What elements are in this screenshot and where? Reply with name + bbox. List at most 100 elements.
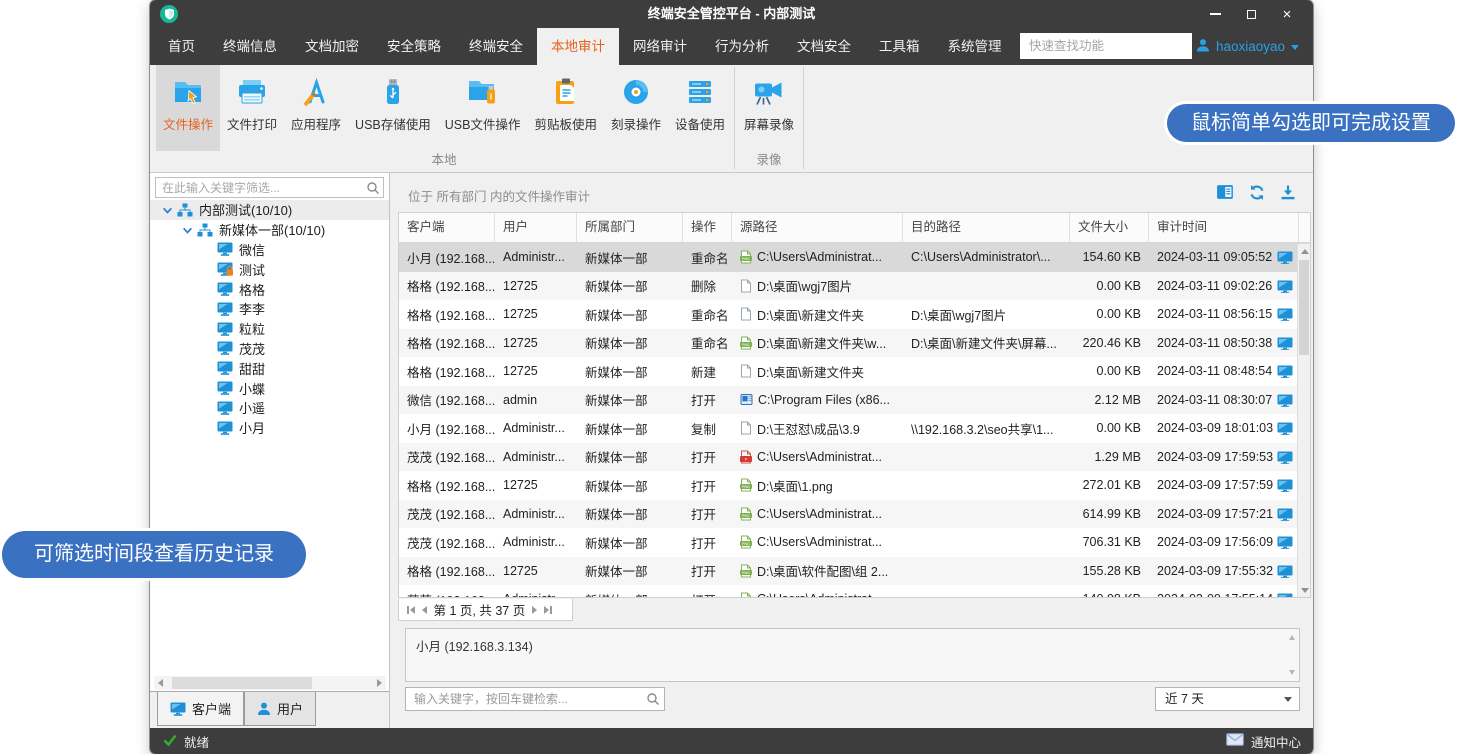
column-header-所属部门[interactable]: 所属部门 xyxy=(577,213,683,242)
table-row[interactable]: 格格 (192.168....12725新媒体一部打开PNGD:\桌面\软件配图… xyxy=(399,557,1310,586)
tool-USB存储使用[interactable]: USB存储使用 xyxy=(348,65,438,151)
scroll-up-icon[interactable] xyxy=(1301,249,1309,254)
sidebar-tab-用户[interactable]: 用户 xyxy=(244,692,316,726)
column-header-源路径[interactable]: 源路径 xyxy=(732,213,903,242)
table-row[interactable]: 茂茂 (192.168....Administr...新媒体一部打开PNGC:\… xyxy=(399,528,1310,557)
scroll-up-icon[interactable] xyxy=(1289,635,1295,640)
tree-item-茂茂[interactable]: 茂茂 xyxy=(150,339,389,359)
keyword-search-input[interactable] xyxy=(406,688,642,710)
scrollbar-thumb[interactable] xyxy=(1299,260,1309,355)
sidebar-hscrollbar[interactable] xyxy=(154,676,386,690)
monitor-icon[interactable] xyxy=(1277,422,1293,435)
tree-item-小月[interactable]: 小月 xyxy=(150,418,389,438)
tree-item-新媒体一部(10/10)[interactable]: 新媒体一部(10/10) xyxy=(150,220,389,240)
scroll-down-icon[interactable] xyxy=(1301,588,1309,593)
last-page-button[interactable] xyxy=(544,606,552,614)
tree-item-小蝶[interactable]: 小蝶 xyxy=(150,378,389,398)
tool-文件操作[interactable]: 文件操作 xyxy=(156,65,220,151)
notification-center[interactable]: 通知中心 xyxy=(1226,728,1301,754)
scrollbar-thumb[interactable] xyxy=(172,677,312,689)
menu-tab-行为分析[interactable]: 行为分析 xyxy=(701,28,783,65)
monitor-icon[interactable] xyxy=(1277,251,1293,264)
next-page-button[interactable] xyxy=(532,606,537,614)
table-row[interactable]: 格格 (192.168....12725新媒体一部删除D:\桌面\wgj7图片0… xyxy=(399,272,1310,301)
tool-刻录操作[interactable]: 刻录操作 xyxy=(604,65,668,151)
scroll-down-icon[interactable] xyxy=(1289,670,1295,675)
tree-item-微信[interactable]: 微信 xyxy=(150,240,389,260)
first-page-button[interactable] xyxy=(407,606,415,614)
monitor-icon[interactable] xyxy=(1277,593,1293,598)
column-header-审计时间[interactable]: 审计时间 xyxy=(1149,213,1299,242)
prev-page-button[interactable] xyxy=(422,606,427,614)
minimize-button[interactable] xyxy=(1197,0,1233,28)
maximize-button[interactable] xyxy=(1233,0,1269,28)
monitor-icon[interactable] xyxy=(1277,508,1293,521)
table-row[interactable]: 茂茂 (192.168....Administr...新媒体一部打开PNGC:\… xyxy=(399,500,1310,529)
table-row[interactable]: 茂茂 (192.168....Administr...新媒体一部打开PC:\Us… xyxy=(399,443,1310,472)
table-row[interactable]: 格格 (192.168....12725新媒体一部重命名D:\桌面\新建文件夹D… xyxy=(399,300,1310,329)
tree-item-测试[interactable]: 测试 xyxy=(150,259,389,279)
menu-tab-安全策略[interactable]: 安全策略 xyxy=(373,28,455,65)
menu-tab-工具箱[interactable]: 工具箱 xyxy=(865,28,934,65)
user-menu[interactable]: haoxiaoyao xyxy=(1196,28,1299,65)
column-header-用户[interactable]: 用户 xyxy=(495,213,577,242)
monitor-icon[interactable] xyxy=(1277,565,1293,578)
table-vscrollbar[interactable] xyxy=(1297,244,1310,598)
chevron-expanded-icon[interactable] xyxy=(162,204,174,216)
sidebar-tab-客户端[interactable]: 客户端 xyxy=(157,692,244,726)
tool-文件打印[interactable]: 文件打印 xyxy=(220,65,284,151)
cell: 新媒体一部 xyxy=(577,333,683,352)
menu-tab-文档加密[interactable]: 文档加密 xyxy=(291,28,373,65)
menu-tab-系统管理[interactable]: 系统管理 xyxy=(934,28,1016,65)
time-range-dropdown[interactable]: 近 7 天 xyxy=(1155,687,1300,711)
table-row[interactable]: 小月 (192.168....Administr...新媒体一部复制D:\王怼怼… xyxy=(399,414,1310,443)
monitor-icon[interactable] xyxy=(1277,308,1293,321)
monitor-icon[interactable] xyxy=(1277,365,1293,378)
monitor-icon[interactable] xyxy=(1277,536,1293,549)
tree-item-李李[interactable]: 李李 xyxy=(150,299,389,319)
column-header-文件大小[interactable]: 文件大小 xyxy=(1070,213,1149,242)
tool-屏幕录像[interactable]: 屏幕录像 xyxy=(737,65,801,151)
cell-audit-time: 2024-03-09 17:57:59 xyxy=(1149,478,1299,492)
scroll-right-icon[interactable] xyxy=(377,679,382,687)
tree-item-粒粒[interactable]: 粒粒 xyxy=(150,319,389,339)
monitor-icon[interactable] xyxy=(1277,451,1293,464)
scroll-left-icon[interactable] xyxy=(158,679,163,687)
quick-search-input[interactable] xyxy=(1020,33,1192,59)
table-row[interactable]: 微信 (192.168....admin新媒体一部打开C:\Program Fi… xyxy=(399,386,1310,415)
monitor-icon[interactable] xyxy=(1277,280,1293,293)
table-row[interactable]: 格格 (192.168....12725新媒体一部打开PNGD:\桌面\1.pn… xyxy=(399,471,1310,500)
close-button[interactable]: × xyxy=(1269,0,1305,28)
menu-tab-文档安全[interactable]: 文档安全 xyxy=(783,28,865,65)
tool-应用程序[interactable]: 应用程序 xyxy=(284,65,348,151)
tree-item-内部测试(10/10)[interactable]: 内部测试(10/10) xyxy=(150,200,389,220)
menu-tab-首页[interactable]: 首页 xyxy=(154,28,209,65)
tree-item-格格[interactable]: 格格 xyxy=(150,279,389,299)
chevron-expanded-icon[interactable] xyxy=(182,224,194,236)
tool-剪贴板使用[interactable]: 剪贴板使用 xyxy=(527,65,604,151)
monitor-icon[interactable] xyxy=(1277,394,1293,407)
tree-item-小遥[interactable]: 小遥 xyxy=(150,398,389,418)
refresh-icon[interactable] xyxy=(1248,184,1266,206)
table-row[interactable]: 格格 (192.168....12725新媒体一部新建D:\桌面\新建文件夹0.… xyxy=(399,357,1310,386)
cell: 打开 xyxy=(683,447,732,466)
monitor-icon[interactable] xyxy=(1277,337,1293,350)
table-row[interactable]: 格格 (192.168....12725新媒体一部重命名PNGD:\桌面\新建文… xyxy=(399,329,1310,358)
tool-USB文件操作[interactable]: USB文件操作 xyxy=(438,65,528,151)
file-icon xyxy=(740,279,752,293)
monitor-icon[interactable] xyxy=(1277,479,1293,492)
column-header-客户端[interactable]: 客户端 xyxy=(399,213,495,242)
menu-tab-终端安全[interactable]: 终端安全 xyxy=(455,28,537,65)
menu-tab-本地审计[interactable]: 本地审计 xyxy=(537,28,619,65)
menu-tab-网络审计[interactable]: 网络审计 xyxy=(619,28,701,65)
tree-item-甜甜[interactable]: 甜甜 xyxy=(150,358,389,378)
table-row[interactable]: 小月 (192.168....Administr...新媒体一部重命名PNGC:… xyxy=(399,243,1310,272)
table-row[interactable]: 茂茂 (192.168...Administr...新媒体一部打开PNGC:\U… xyxy=(399,585,1310,598)
column-chooser-icon[interactable] xyxy=(1216,184,1235,206)
column-header-操作[interactable]: 操作 xyxy=(683,213,732,242)
tree-filter-input[interactable] xyxy=(156,178,364,197)
column-header-目的路径[interactable]: 目的路径 xyxy=(903,213,1070,242)
export-icon[interactable] xyxy=(1279,184,1297,206)
tool-设备使用[interactable]: 设备使用 xyxy=(668,65,732,151)
menu-tab-终端信息[interactable]: 终端信息 xyxy=(209,28,291,65)
